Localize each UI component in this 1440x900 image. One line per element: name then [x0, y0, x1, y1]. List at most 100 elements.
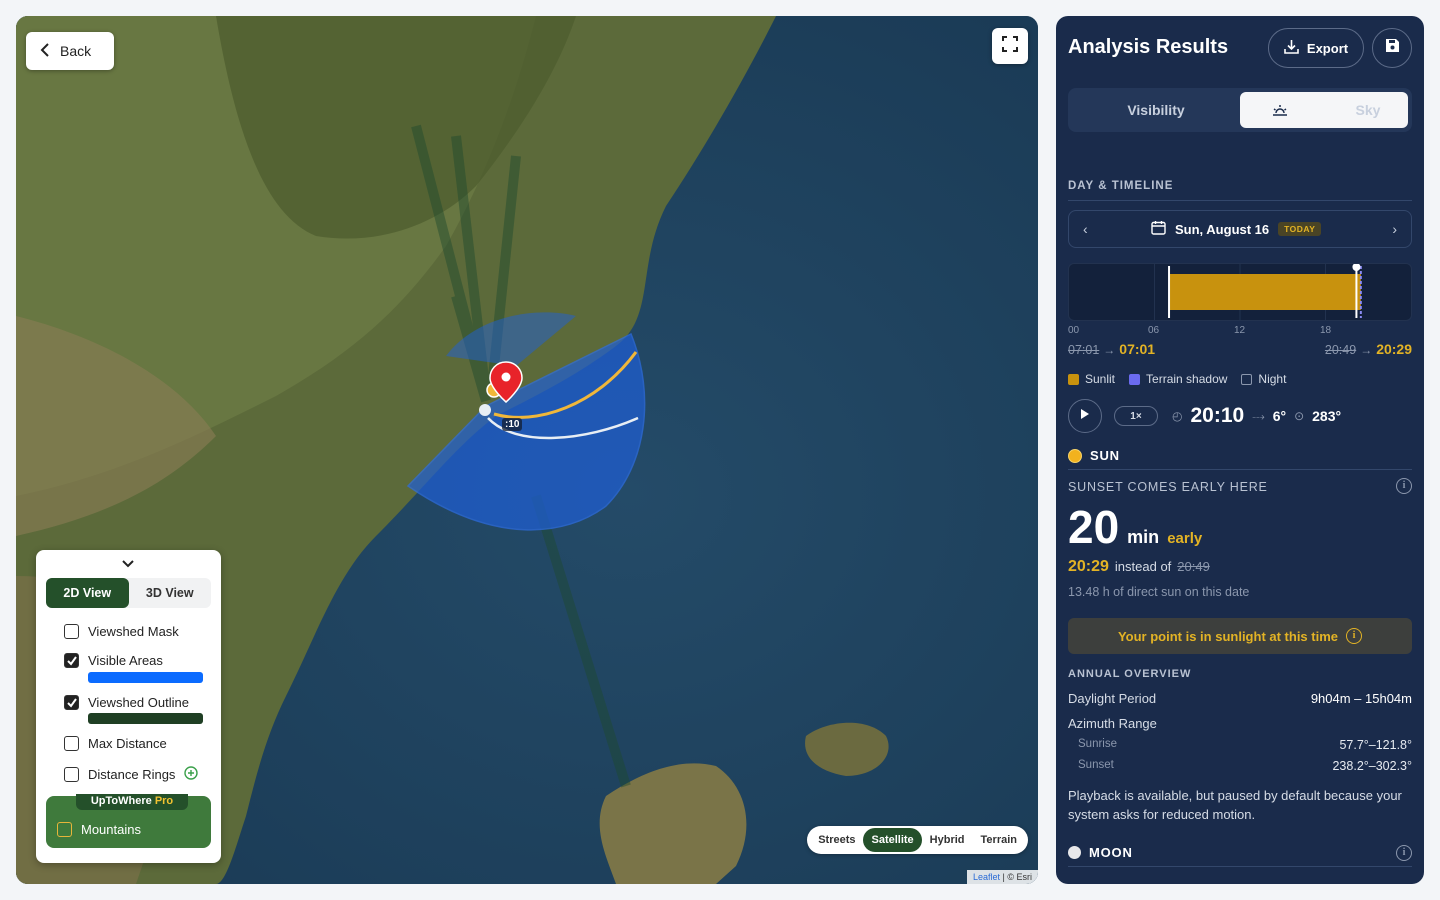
sunrise-times: 07:01 → 07:01 [1068, 341, 1156, 357]
altitude-icon: ⤏ [1252, 408, 1265, 423]
pro-layers-box: UpToWhere Pro Mountains [46, 794, 211, 848]
panel-tabs: Visibility Sky [1068, 88, 1412, 132]
moon-label: MOON [1089, 845, 1133, 860]
basemap-streets[interactable]: Streets [810, 828, 863, 852]
play-icon [1080, 407, 1090, 425]
early-minutes: 20 min early [1068, 500, 1202, 554]
analysis-panel: Analysis Results Export Visibility Sky D… [1056, 16, 1424, 884]
timeline-legend: Sunlit Terrain shadow Night [1068, 372, 1286, 386]
sunrise-azimuth-row: Sunrise 57.7°–121.8° [1078, 738, 1412, 752]
sun-icon [1068, 448, 1082, 463]
divider [1068, 469, 1412, 470]
checkbox[interactable] [64, 624, 79, 639]
info-icon[interactable]: i [1396, 845, 1412, 861]
compass-icon: ⊙ [1294, 409, 1305, 423]
sunset-early-header: SUNSET COMES EARLY HERE [1068, 480, 1268, 494]
layer-viewshed-outline[interactable]: Viewshed Outline [64, 695, 189, 710]
visible-areas-swatch[interactable] [88, 672, 203, 683]
tab-visibility[interactable]: Visibility [1072, 92, 1240, 128]
playback-note: Playback is available, but paused by def… [1068, 788, 1402, 822]
view-3d-button[interactable]: 3D View [129, 578, 212, 608]
map-attribution: Leaflet | © Esri [966, 870, 1038, 884]
checkbox-checked[interactable] [64, 653, 79, 668]
tick-label: 00 [1068, 325, 1080, 336]
map-view[interactable]: Back :10 2D View 3D View Viewshed Mask V… [16, 16, 1038, 884]
back-button[interactable]: Back [26, 32, 114, 70]
export-label: Export [1306, 40, 1349, 56]
legend-terrain-shadow: Terrain shadow [1129, 372, 1227, 386]
add-circle-icon[interactable] [184, 766, 199, 783]
time-cursor-handle [1352, 263, 1361, 271]
layer-label: Viewshed Outline [88, 695, 189, 710]
speed-selector[interactable]: 1× [1114, 406, 1158, 426]
play-button[interactable] [1068, 399, 1102, 433]
annual-overview-header: ANNUAL OVERVIEW [1068, 668, 1192, 680]
sunset-comparison: 20:29 instead of 20:49 [1068, 558, 1210, 575]
legend-sunlit: Sunlit [1068, 372, 1115, 386]
panel-title: Analysis Results [1068, 36, 1229, 58]
sunset-times: 20:49 → 20:29 [1324, 341, 1412, 357]
fullscreen-button[interactable] [992, 28, 1028, 64]
terrain-sunset: 20:29 [1068, 558, 1109, 575]
date-display[interactable]: Sun, August 16 TODAY [1151, 220, 1322, 238]
basemap-switcher: Streets Satellite Hybrid Terrain [807, 826, 1028, 854]
viewshed-outline-swatch[interactable] [88, 713, 203, 724]
layer-label: Mountains [81, 822, 141, 837]
moon-icon [1068, 846, 1081, 859]
layer-distance-rings[interactable]: Distance Rings [64, 766, 199, 783]
sun-azimuth: 283° [1312, 408, 1342, 424]
save-button[interactable] [1372, 28, 1412, 68]
checkbox-checked[interactable] [64, 695, 79, 710]
export-button[interactable]: Export [1268, 28, 1364, 68]
early-unit: min [1127, 527, 1160, 547]
tick-label: 06 [1148, 325, 1160, 336]
layer-mountains[interactable]: Mountains [57, 822, 141, 837]
layer-label: Distance Rings [88, 767, 176, 782]
sunrise-icon [1240, 104, 1320, 116]
time-readout: ◴ 20:10 ⤏ 6° ⊙ 283° [1172, 404, 1341, 428]
leaflet-link[interactable]: Leaflet [973, 872, 1000, 882]
date-selector: ‹ Sun, August 16 TODAY › [1068, 210, 1412, 248]
layer-visible-areas[interactable]: Visible Areas [64, 653, 163, 668]
early-value: 20 [1068, 501, 1120, 553]
time-marker-label: :10 [502, 418, 523, 431]
sunrise-original: 07:01 [1068, 343, 1100, 357]
collapse-chevron-icon[interactable] [121, 556, 135, 574]
sun-section-header: SUN [1068, 448, 1120, 463]
sunlit-bar [1169, 274, 1361, 310]
sunlight-status-text: Your point is in sunlight at this time [1117, 628, 1339, 644]
prev-day-icon[interactable]: ‹ [1083, 221, 1088, 237]
sun-altitude: 6° [1272, 408, 1287, 424]
daylight-period-row: Daylight Period 9h04m – 15h04m [1068, 691, 1412, 706]
tick-label: 12 [1234, 325, 1246, 336]
tab-sky-label: Sky [1355, 102, 1381, 118]
timeline-graphic[interactable] [1069, 263, 1411, 320]
layer-label: Viewshed Mask [88, 624, 179, 639]
view-2d-button[interactable]: 2D View [46, 578, 129, 608]
checkbox[interactable] [64, 736, 79, 751]
sun-label: SUN [1090, 448, 1120, 463]
calendar-icon [1151, 220, 1166, 238]
basemap-terrain[interactable]: Terrain [973, 828, 1025, 852]
legend-night: Night [1241, 372, 1286, 386]
pro-badge: UpToWhere Pro [76, 794, 188, 810]
save-icon [1385, 38, 1400, 58]
sunrise-adjusted: 07:01 [1119, 341, 1156, 357]
info-icon[interactable]: i [1396, 478, 1412, 494]
day-timeline[interactable] [1068, 263, 1412, 321]
azimuth-range-row: Azimuth Range [1068, 716, 1157, 731]
sunset-azimuth-row: Sunset 238.2°–302.3° [1078, 759, 1412, 773]
layer-viewshed-mask[interactable]: Viewshed Mask [64, 624, 179, 639]
next-day-icon[interactable]: › [1392, 221, 1397, 237]
checkbox[interactable] [57, 822, 72, 837]
date-label: Sun, August 16 [1175, 221, 1270, 237]
layer-max-distance[interactable]: Max Distance [64, 736, 167, 751]
view-toggle: 2D View 3D View [46, 578, 211, 608]
tab-sky[interactable]: Sky [1240, 92, 1408, 128]
info-icon[interactable]: i [1346, 628, 1363, 644]
basemap-satellite[interactable]: Satellite [863, 828, 922, 852]
basemap-hybrid[interactable]: Hybrid [922, 828, 973, 852]
fullscreen-icon [1002, 35, 1018, 57]
chevron-left-icon [40, 42, 50, 61]
checkbox[interactable] [64, 767, 79, 782]
